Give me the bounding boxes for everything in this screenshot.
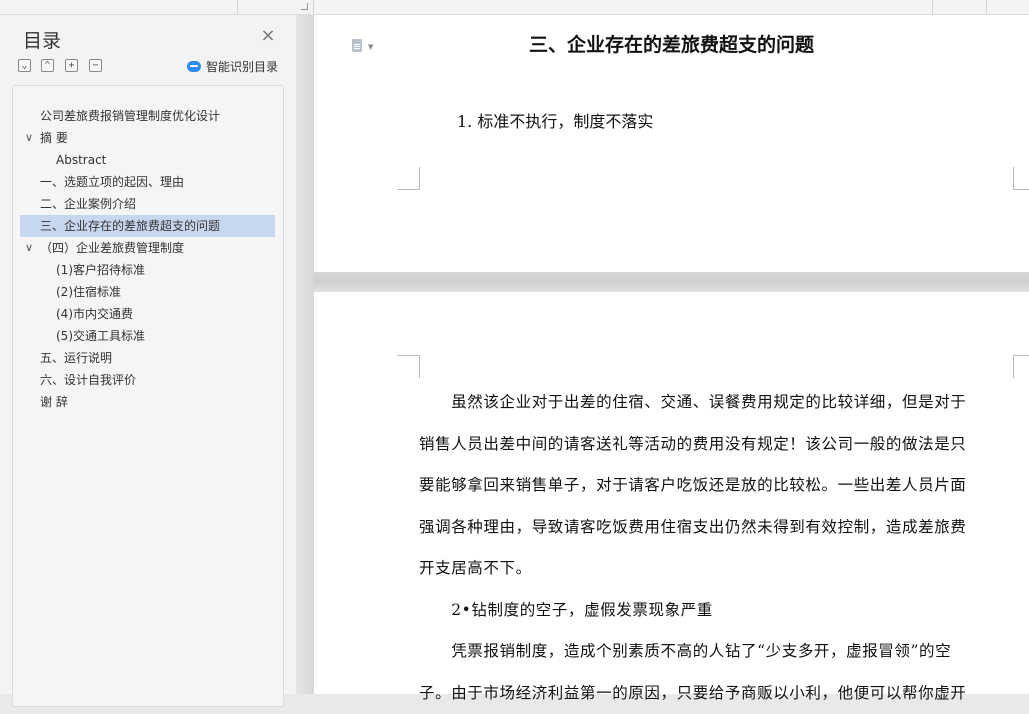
toc-item[interactable]: ∨ （四）企业差旅费管理制度 — [20, 237, 275, 259]
toc-item[interactable]: 谢 辞 — [20, 391, 275, 413]
body-paragraph[interactable]: 虽然该企业对于出差的住宿、交通、误餐费用规定的比较详细，但是对于 销售人员出差中… — [419, 382, 1014, 714]
subsection-heading[interactable]: 1. 标准不执行，制度不落实 — [457, 108, 653, 132]
remove-level-button[interactable]: − — [89, 59, 102, 72]
toc-item-label: 摘 要 — [40, 127, 68, 149]
toc-item-label: 三、企业存在的差旅费超支的问题 — [40, 215, 220, 237]
toc-tree: 公司差旅费报销管理制度优化设计 ∨ 摘 要Abstract一、选题立项的起因、理由二… — [12, 85, 284, 707]
toc-item[interactable]: (4)市内交通费 — [20, 303, 275, 325]
document-page-1: ▼ 三、企业存在的差旅费超支的问题 1. 标准不执行，制度不落实 — [314, 15, 1029, 272]
toc-item[interactable]: 六、设计自我评价 — [20, 369, 275, 391]
toc-item-label: Abstract — [56, 149, 106, 171]
crop-mark — [1013, 355, 1029, 378]
toc-item[interactable]: 三、企业存在的差旅费超支的问题 — [20, 215, 275, 237]
toc-item-label: 五、运行说明 — [40, 347, 112, 369]
toc-item[interactable]: (1)客户招待标准 — [20, 259, 275, 281]
cloud-ai-icon — [187, 61, 201, 72]
toc-item-label: 公司差旅费报销管理制度优化设计 — [40, 105, 220, 127]
toc-item[interactable]: (5)交通工具标准 — [20, 325, 275, 347]
toolbar-divider — [932, 0, 933, 14]
toolbar-divider — [237, 0, 238, 14]
crop-mark — [397, 167, 420, 190]
add-level-button[interactable]: + — [65, 59, 78, 72]
toc-item-label: （四）企业差旅费管理制度 — [40, 237, 184, 259]
toc-item[interactable]: 一、选题立项的起因、理由 — [20, 171, 275, 193]
collapse-all-button[interactable]: ⌄ — [18, 59, 31, 72]
toc-item-label: (4)市内交通费 — [56, 303, 133, 325]
toc-item-label: 六、设计自我评价 — [40, 369, 136, 391]
toc-item-label: (1)客户招待标准 — [56, 259, 145, 281]
crop-mark — [1013, 167, 1029, 190]
expand-all-button[interactable]: ⌃ — [41, 59, 54, 72]
top-toolbar-strip — [0, 0, 1029, 15]
toc-item[interactable]: Abstract — [20, 149, 275, 171]
toc-item-label: 一、选题立项的起因、理由 — [40, 171, 184, 193]
paragraph-line: 凭票报销制度，造成个别素质不高的人钻了“少支多开，虚报冒领”的空 — [419, 631, 1014, 673]
paragraph-line: 子。由于市场经济利益第一的原因，只要给予商贩以小利，他便可以帮你虚开 — [419, 673, 1014, 714]
document-page-2: 虽然该企业对于出差的住宿、交通、误餐费用规定的比较详细，但是对于 销售人员出差中… — [314, 292, 1029, 694]
close-icon[interactable]: × — [259, 27, 277, 45]
page-break-separator — [314, 272, 1029, 292]
toc-item[interactable]: ∨ 摘 要 — [20, 127, 275, 149]
paragraph-line: 强调各种理由，导致请客吃饭费用住宿支出仍然未得到有效控制，造成差旅费 — [419, 507, 1014, 549]
toc-item-label: (5)交通工具标准 — [56, 325, 145, 347]
toc-title: 目录 — [23, 26, 61, 53]
chevron-down-icon[interactable]: ∨ — [25, 127, 33, 149]
toc-item-label: (2)住宿标准 — [56, 281, 121, 303]
crop-mark — [397, 355, 420, 378]
toc-item[interactable]: (2)住宿标准 — [20, 281, 275, 303]
paragraph-line: 虽然该企业对于出差的住宿、交通、误餐费用规定的比较详细，但是对于 — [419, 382, 1014, 424]
toc-item-label: 谢 辞 — [40, 391, 68, 413]
chevron-down-icon[interactable]: ∨ — [25, 237, 33, 259]
resize-corner-icon[interactable] — [301, 3, 308, 10]
smart-toc-label: 智能识别目录 — [206, 58, 278, 75]
toolbar-divider — [986, 0, 987, 14]
paragraph-line: 要能够拿回来销售单子，对于请客户吃饭还是放的比较松。一些出差人员片面 — [419, 465, 1014, 507]
toolbar-divider — [313, 0, 314, 14]
section-heading[interactable]: 三、企业存在的差旅费超支的问题 — [314, 30, 1029, 57]
toc-item-label: 二、企业案例介绍 — [40, 193, 136, 215]
toc-item[interactable]: 二、企业案例介绍 — [20, 193, 275, 215]
toc-sidebar: 目录 × ⌄ ⌃ + − 智能识别目录 公司差旅费报销管理制度优化设计 ∨ 摘 要A… — [0, 15, 296, 694]
paragraph-line: 销售人员出差中间的请客送礼等活动的费用没有规定！该公司一般的做法是只 — [419, 424, 1014, 466]
toc-item[interactable]: 公司差旅费报销管理制度优化设计 — [20, 105, 275, 127]
subsection-heading-2: 2•钻制度的空子，虚假发票现象严重 — [419, 590, 1014, 632]
page-gutter — [296, 15, 314, 694]
toc-item[interactable]: 五、运行说明 — [20, 347, 275, 369]
paragraph-line: 开支居高不下。 — [419, 548, 1014, 590]
smart-toc-button[interactable]: 智能识别目录 — [187, 58, 278, 74]
